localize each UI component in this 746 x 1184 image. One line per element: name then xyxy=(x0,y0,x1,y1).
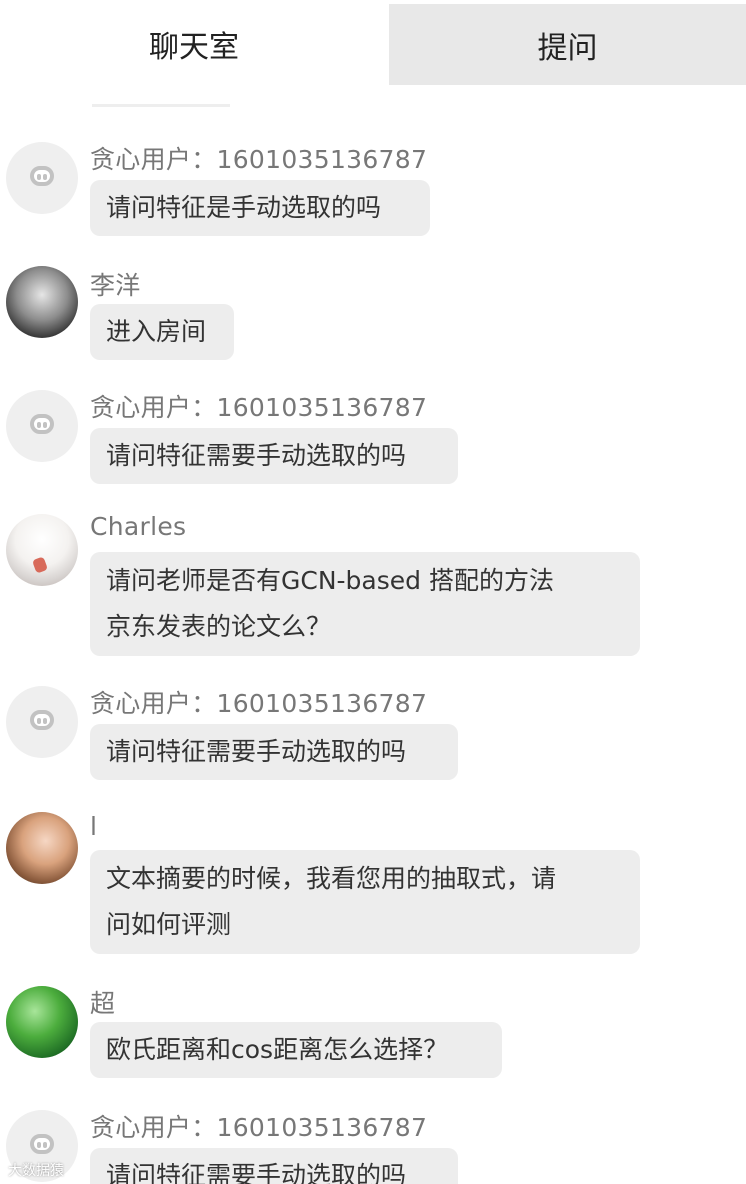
message-sender: 贪心用户：1601035136787 xyxy=(90,145,428,174)
message-text-line: 文本摘要的时候，我看您用的抽取式，请 xyxy=(106,864,557,893)
message-bubble: 请问老师是否有GCN-based 搭配的方法 京东发表的论文么？ xyxy=(90,552,640,656)
message-text-line: 京东发表的论文么？ xyxy=(106,612,332,641)
tab-chat-room[interactable]: 聊天室 xyxy=(0,0,388,88)
message-text-line: 问如何评测 xyxy=(106,910,232,939)
divider xyxy=(92,104,230,107)
message-bubble: 请问特征是手动选取的吗 xyxy=(90,180,430,236)
default-avatar-icon[interactable] xyxy=(6,142,78,214)
message-bubble: 文本摘要的时候，我看您用的抽取式，请 问如何评测 xyxy=(90,850,640,954)
message-sender: 李洋 xyxy=(90,271,141,300)
message-sender: 贪心用户：1601035136787 xyxy=(90,393,428,422)
message-bubble: 欧氏距离和cos距离怎么选择？ xyxy=(90,1022,502,1078)
message-bubble: 请问特征需要手动选取的吗 xyxy=(90,1148,458,1184)
message-bubble: 请问特征需要手动选取的吗 xyxy=(90,428,458,484)
message-text-line: 请问老师是否有GCN-based 搭配的方法 xyxy=(106,566,554,595)
message-bubble: 进入房间 xyxy=(90,304,234,360)
message-sender: 贪心用户：1601035136787 xyxy=(90,1113,428,1142)
watermark: 大数据猿 xyxy=(8,1163,64,1179)
message-sender: Charles xyxy=(90,512,187,541)
user-avatar-icon[interactable] xyxy=(6,266,78,338)
user-avatar-icon[interactable] xyxy=(6,514,78,586)
user-avatar-icon[interactable] xyxy=(6,812,78,884)
default-avatar-icon[interactable] xyxy=(6,686,78,758)
message-bubble: 请问特征需要手动选取的吗 xyxy=(90,724,458,780)
message-sender: l xyxy=(90,812,98,841)
message-sender: 超 xyxy=(90,989,116,1018)
message-sender: 贪心用户：1601035136787 xyxy=(90,689,428,718)
tab-bar: 聊天室 提问 xyxy=(0,0,746,88)
chat-page: 聊天室 提问 贪心用户：1601035136787 请问特征是手动选取的吗 李洋… xyxy=(0,0,746,1184)
user-avatar-icon[interactable] xyxy=(6,986,78,1058)
tab-ask-question[interactable]: 提问 xyxy=(389,4,746,85)
default-avatar-icon[interactable] xyxy=(6,390,78,462)
